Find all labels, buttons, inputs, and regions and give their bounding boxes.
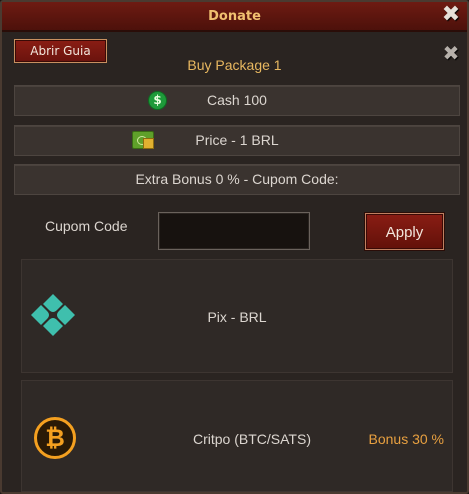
cash-row: $ Cash 100 xyxy=(14,85,460,116)
price-label: Price - 1 BRL xyxy=(195,132,279,148)
package-title: Buy Package 1 xyxy=(187,57,282,73)
payment-method-crypto[interactable]: ₿ Critpo (BTC/SATS) Bonus 30 % xyxy=(21,380,453,492)
coupon-input[interactable] xyxy=(158,212,310,250)
donate-window: Donate ✖ Abrir Guia ✖ Buy Package 1 $ Ca… xyxy=(0,0,469,494)
coupon-label: Cupom Code xyxy=(45,218,128,234)
apply-button[interactable]: Apply xyxy=(365,213,444,250)
pix-label: Pix - BRL xyxy=(207,309,267,325)
payment-method-pix[interactable]: Pix - BRL xyxy=(21,259,453,373)
cash-label: Cash 100 xyxy=(207,92,267,108)
close-icon[interactable]: ✖ xyxy=(439,4,463,28)
price-row: Price - 1 BRL xyxy=(14,125,460,156)
window-title: Donate xyxy=(208,9,261,24)
crypto-bonus-label: Bonus 30 % xyxy=(368,431,445,447)
window-titlebar: Donate xyxy=(2,2,467,32)
cash-coin-icon: $ xyxy=(148,91,167,110)
money-bill-icon xyxy=(132,131,154,149)
bonus-label: Extra Bonus 0 % - Cupom Code: xyxy=(135,171,339,187)
bonus-row: Extra Bonus 0 % - Cupom Code: xyxy=(14,164,460,195)
